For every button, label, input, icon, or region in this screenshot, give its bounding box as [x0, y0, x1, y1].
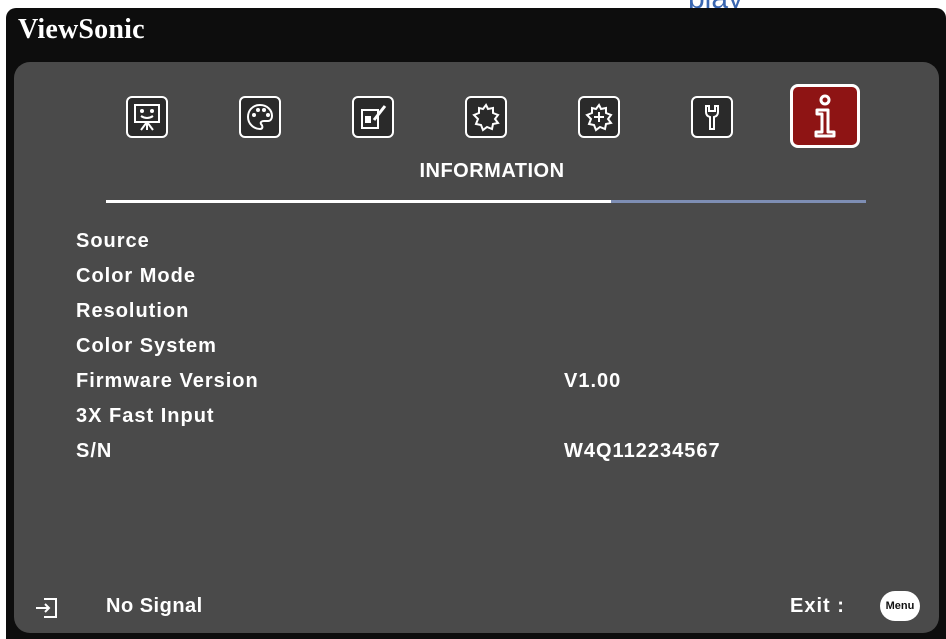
- osd-window: ViewSonic INFORMATION Source Color Mode …: [6, 8, 946, 639]
- advanced-settings-icon: [585, 103, 613, 132]
- info-row-fast-input: 3X Fast Input: [76, 405, 896, 435]
- tab-basic[interactable]: [465, 96, 507, 138]
- input-source-icon: [36, 598, 57, 618]
- menu-divider: [106, 200, 866, 203]
- exit-label: Exit :: [790, 595, 845, 617]
- page-background: [0, 0, 946, 8]
- info-row-resolution: Resolution: [76, 300, 896, 330]
- osd-panel: INFORMATION Source Color Mode Resolution…: [14, 62, 939, 633]
- info-row-color-mode: Color Mode: [76, 265, 896, 295]
- row-label: Color System: [76, 335, 217, 357]
- signal-status: No Signal: [106, 595, 203, 617]
- row-label: Source: [76, 230, 150, 252]
- row-label: 3X Fast Input: [76, 405, 215, 427]
- row-value: V1.00: [564, 370, 622, 392]
- row-label: S/N: [76, 440, 113, 462]
- row-label: Color Mode: [76, 265, 196, 287]
- tab-picture[interactable]: [352, 96, 394, 138]
- brand-logo: ViewSonic: [18, 14, 145, 45]
- menu-tab-bar: [126, 84, 906, 148]
- info-row-color-system: Color System: [76, 335, 896, 365]
- tab-system[interactable]: [691, 96, 733, 138]
- info-row-firmware-version: Firmware Version V1.00: [76, 370, 896, 400]
- row-label: Firmware Version: [76, 370, 259, 392]
- tab-advanced[interactable]: [578, 96, 620, 138]
- menu-button[interactable]: Menu: [880, 591, 920, 621]
- display-icon: [134, 104, 160, 131]
- tab-information[interactable]: [790, 84, 860, 148]
- basic-settings-icon: [472, 103, 500, 132]
- row-value: W4Q112234567: [564, 440, 721, 462]
- row-label: Resolution: [76, 300, 190, 322]
- information-icon: [814, 94, 836, 138]
- system-tools-icon: [705, 105, 719, 130]
- divider-highlight: [106, 200, 611, 203]
- tab-color[interactable]: [239, 96, 281, 138]
- color-palette-icon: [246, 103, 274, 131]
- tab-display[interactable]: [126, 96, 168, 138]
- info-row-serial-number: S/N W4Q112234567: [76, 440, 896, 470]
- picture-adjust-icon: [361, 105, 387, 129]
- page-title: INFORMATION: [419, 160, 565, 182]
- info-row-source: Source: [76, 230, 896, 260]
